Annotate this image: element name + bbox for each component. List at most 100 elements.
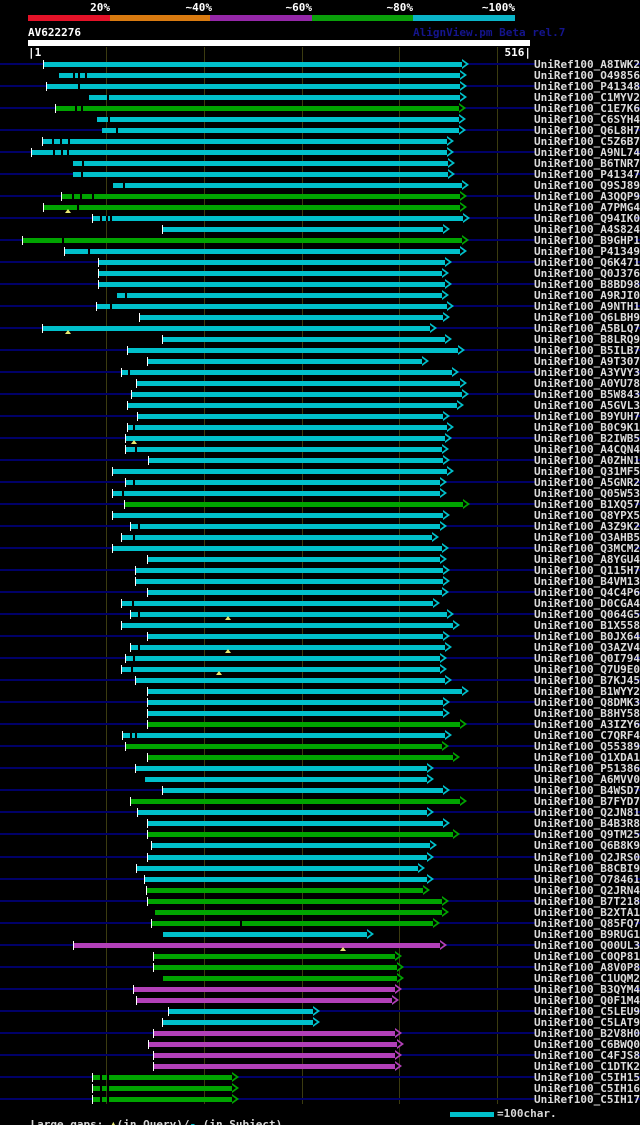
alignment-bar[interactable] — [140, 315, 443, 320]
uniref-hit-label[interactable]: UniRef100_C5IH17 — [534, 1094, 640, 1105]
alignment-bar[interactable] — [136, 579, 443, 584]
alignment-bar[interactable] — [97, 304, 447, 309]
alignment-bar[interactable] — [117, 293, 442, 298]
alignment-bar[interactable] — [128, 403, 457, 408]
alignment-bar[interactable] — [126, 436, 445, 441]
alignment-bar[interactable] — [148, 832, 453, 837]
alignment-bar[interactable] — [148, 700, 443, 705]
alignment-bar[interactable] — [149, 1042, 397, 1047]
alignment-bar[interactable] — [47, 84, 460, 89]
alignment-bar[interactable] — [138, 810, 427, 815]
alignment-bar[interactable] — [136, 678, 445, 683]
alignment-bar[interactable] — [128, 348, 458, 353]
alignment-bar[interactable] — [93, 216, 463, 221]
alignment-bar[interactable] — [73, 172, 448, 177]
alignment-bar[interactable] — [113, 491, 440, 496]
alignment-bar[interactable] — [65, 249, 460, 254]
alignment-bar[interactable] — [152, 843, 430, 848]
alignment-bar[interactable] — [137, 381, 460, 386]
alignment-bar[interactable] — [131, 645, 445, 650]
alignment-bar[interactable] — [122, 623, 453, 628]
alignment-bar[interactable] — [102, 128, 459, 133]
alignment-bar[interactable] — [138, 414, 443, 419]
alignment-bar[interactable] — [74, 943, 440, 948]
alignment-bar[interactable] — [152, 921, 433, 926]
alignment-bar[interactable] — [99, 260, 445, 265]
alignment-bar[interactable] — [145, 877, 427, 882]
alignment-bar[interactable] — [163, 976, 397, 981]
alignment-bar[interactable] — [155, 910, 442, 915]
alignment-bar[interactable] — [32, 150, 447, 155]
alignment-bar[interactable] — [148, 711, 443, 716]
alignment-bar[interactable] — [163, 337, 445, 342]
alignment-bar[interactable] — [93, 1097, 232, 1102]
alignment-bar[interactable] — [147, 888, 423, 893]
alignment-bar[interactable] — [163, 1020, 313, 1025]
alignment-bar[interactable] — [137, 866, 418, 871]
alignment-bar[interactable] — [169, 1009, 313, 1014]
alignment-bar[interactable] — [122, 370, 452, 375]
alignment-bar[interactable] — [125, 502, 463, 507]
alignment-bar[interactable] — [154, 1053, 395, 1058]
alignment-bar[interactable] — [148, 722, 460, 727]
alignment-bar[interactable] — [113, 469, 447, 474]
alignment-bar[interactable] — [123, 733, 445, 738]
alignment-bar[interactable] — [44, 62, 462, 67]
alignment-bar[interactable] — [131, 799, 460, 804]
alignment-bar[interactable] — [148, 590, 442, 595]
alignment-bar[interactable] — [23, 238, 462, 243]
alignment-bar[interactable] — [154, 965, 397, 970]
subject-gap-mark — [75, 106, 77, 111]
alignment-bar[interactable] — [148, 855, 427, 860]
alignment-bar[interactable] — [122, 667, 440, 672]
alignment-bar[interactable] — [113, 546, 442, 551]
alignment-bar[interactable] — [126, 744, 442, 749]
alignment-bar[interactable] — [145, 777, 427, 782]
alignment-bar[interactable] — [154, 954, 395, 959]
alignment-bar[interactable] — [154, 1064, 395, 1069]
alignment-bar[interactable] — [56, 106, 459, 111]
alignment-bar[interactable] — [131, 524, 440, 529]
alignment-bar[interactable] — [131, 612, 447, 617]
alignment-bar[interactable] — [136, 766, 427, 771]
alignment-bar[interactable] — [148, 899, 442, 904]
alignment-bar[interactable] — [163, 788, 443, 793]
alignment-bar[interactable] — [122, 601, 433, 606]
alignment-bar[interactable] — [93, 1075, 232, 1080]
alignment-bar[interactable] — [149, 458, 443, 463]
alignment-bar[interactable] — [154, 1031, 395, 1036]
alignment-bar[interactable] — [148, 821, 443, 826]
alignment-bar[interactable] — [148, 359, 422, 364]
uniref-hit-label[interactable]: UniRef100_Q6B8K9 — [534, 840, 640, 851]
alignment-bar[interactable] — [148, 755, 453, 760]
alignment-bar[interactable] — [97, 117, 459, 122]
subject-start-tick — [135, 676, 136, 685]
alignment-bar[interactable] — [59, 73, 460, 78]
alignment-bar[interactable] — [163, 227, 443, 232]
alignment-bar[interactable] — [148, 689, 462, 694]
alignment-bar[interactable] — [128, 425, 447, 430]
alignment-bar[interactable] — [148, 557, 440, 562]
alignment-bar[interactable] — [43, 326, 430, 331]
alignment-bar[interactable] — [134, 987, 395, 992]
alignment-bar[interactable] — [132, 392, 462, 397]
alignment-bar[interactable] — [137, 998, 392, 1003]
alignment-bar[interactable] — [89, 95, 460, 100]
alignment-bar[interactable] — [44, 205, 460, 210]
alignment-bar[interactable] — [148, 634, 443, 639]
alignment-bar[interactable] — [62, 194, 460, 199]
arrowhead-inner — [458, 347, 462, 353]
alignment-bar[interactable] — [122, 535, 432, 540]
alignment-bar[interactable] — [126, 656, 440, 661]
alignment-bar[interactable] — [93, 1086, 232, 1091]
alignment-bar[interactable] — [163, 932, 367, 937]
alignment-bar[interactable] — [113, 183, 462, 188]
alignment-bar[interactable] — [99, 282, 445, 287]
alignment-bar[interactable] — [43, 139, 447, 144]
alignment-bar[interactable] — [136, 568, 443, 573]
alignment-bar[interactable] — [126, 447, 442, 452]
alignment-bar[interactable] — [126, 480, 440, 485]
alignment-bar[interactable] — [99, 271, 442, 276]
alignment-bar[interactable] — [73, 161, 448, 166]
alignment-bar[interactable] — [113, 513, 443, 518]
